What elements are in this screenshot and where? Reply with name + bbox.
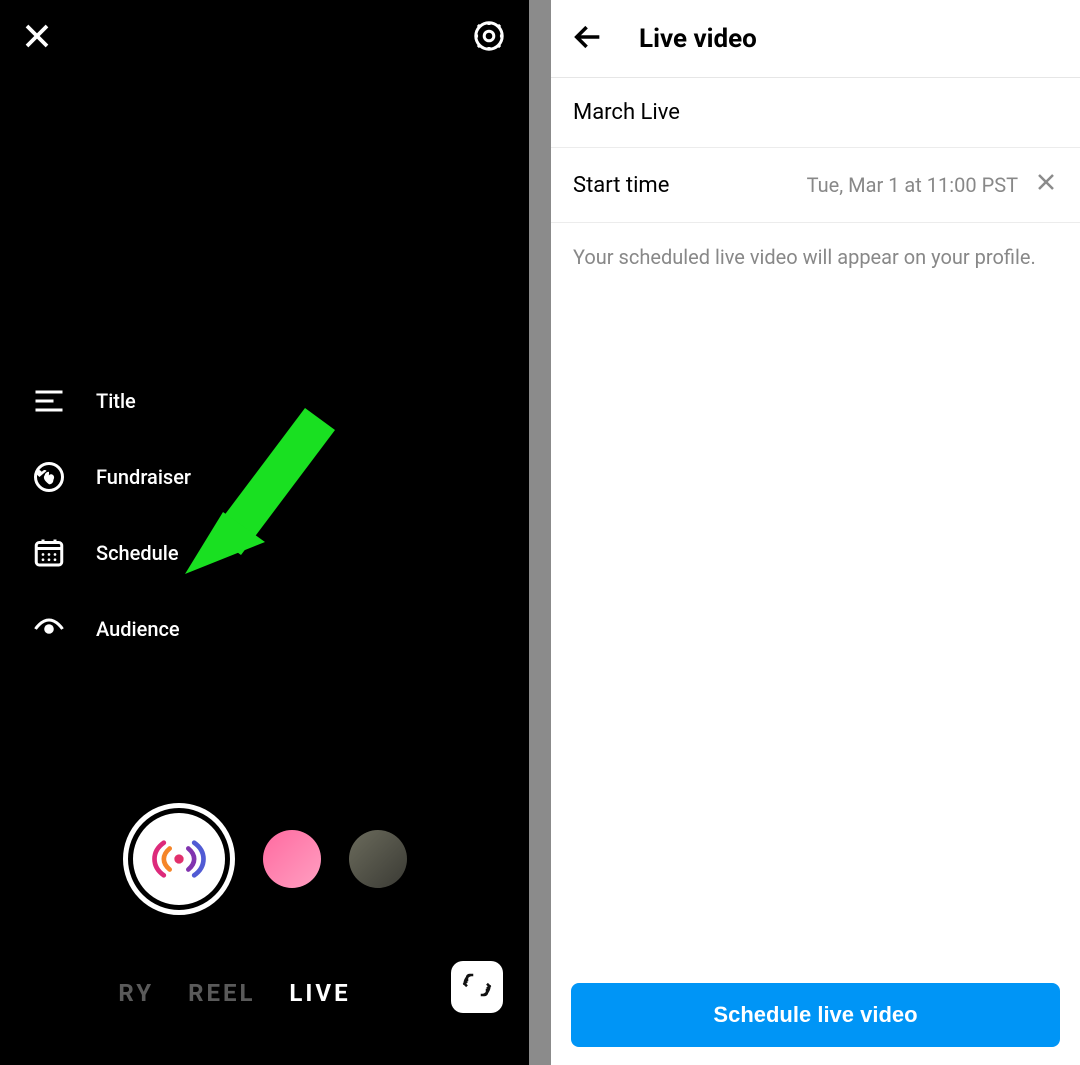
camera-topbar bbox=[0, 18, 529, 58]
camera-panel: Title Fundraiser bbox=[0, 0, 529, 1065]
mode-live[interactable]: LIVE bbox=[289, 979, 350, 1007]
flip-camera-icon bbox=[462, 970, 492, 1004]
live-options-list: Title Fundraiser bbox=[30, 382, 191, 648]
live-broadcast-icon bbox=[133, 813, 225, 905]
close-icon[interactable] bbox=[22, 21, 52, 55]
back-arrow-icon[interactable] bbox=[571, 20, 605, 58]
flip-camera-button[interactable] bbox=[451, 961, 503, 1013]
schedule-note: Your scheduled live video will appear on… bbox=[551, 223, 1080, 291]
option-fundraiser[interactable]: Fundraiser bbox=[30, 458, 191, 496]
mode-story-partial[interactable]: RY bbox=[118, 979, 154, 1007]
fundraiser-icon bbox=[30, 458, 68, 496]
clear-start-time-icon[interactable] bbox=[1034, 170, 1058, 200]
schedule-footer: Schedule live video bbox=[551, 983, 1080, 1047]
audience-eye-icon bbox=[30, 610, 68, 648]
capture-modes: RY REEL LIVE bbox=[0, 979, 529, 1007]
start-time-label: Start time bbox=[573, 173, 669, 198]
filter-thumbnail-1[interactable] bbox=[263, 830, 321, 888]
option-title[interactable]: Title bbox=[30, 382, 191, 420]
app-root: Title Fundraiser bbox=[0, 0, 1080, 1065]
schedule-live-video-button[interactable]: Schedule live video bbox=[571, 983, 1060, 1047]
schedule-panel: Live video March Live Start time Tue, Ma… bbox=[551, 0, 1080, 1065]
option-title-label: Title bbox=[96, 389, 136, 413]
start-time-row[interactable]: Start time Tue, Mar 1 at 11:00 PST bbox=[551, 148, 1080, 223]
option-schedule[interactable]: Schedule bbox=[30, 534, 191, 572]
live-title-value: March Live bbox=[573, 100, 680, 125]
schedule-header: Live video bbox=[551, 0, 1080, 78]
filter-thumbnail-2[interactable] bbox=[349, 830, 407, 888]
schedule-calendar-icon bbox=[30, 534, 68, 572]
annotation-arrow-icon bbox=[175, 400, 355, 600]
start-time-value: Tue, Mar 1 at 11:00 PST bbox=[807, 173, 1018, 197]
mode-reel[interactable]: REEL bbox=[188, 979, 255, 1007]
option-audience[interactable]: Audience bbox=[30, 610, 191, 648]
option-schedule-label: Schedule bbox=[96, 541, 179, 565]
schedule-header-title: Live video bbox=[639, 24, 757, 54]
settings-gear-icon[interactable] bbox=[471, 18, 507, 58]
option-audience-label: Audience bbox=[96, 617, 180, 641]
live-title-row[interactable]: March Live bbox=[551, 78, 1080, 148]
go-live-button[interactable] bbox=[123, 803, 235, 915]
capture-row bbox=[0, 803, 529, 915]
option-fundraiser-label: Fundraiser bbox=[96, 465, 191, 489]
title-icon bbox=[30, 382, 68, 420]
